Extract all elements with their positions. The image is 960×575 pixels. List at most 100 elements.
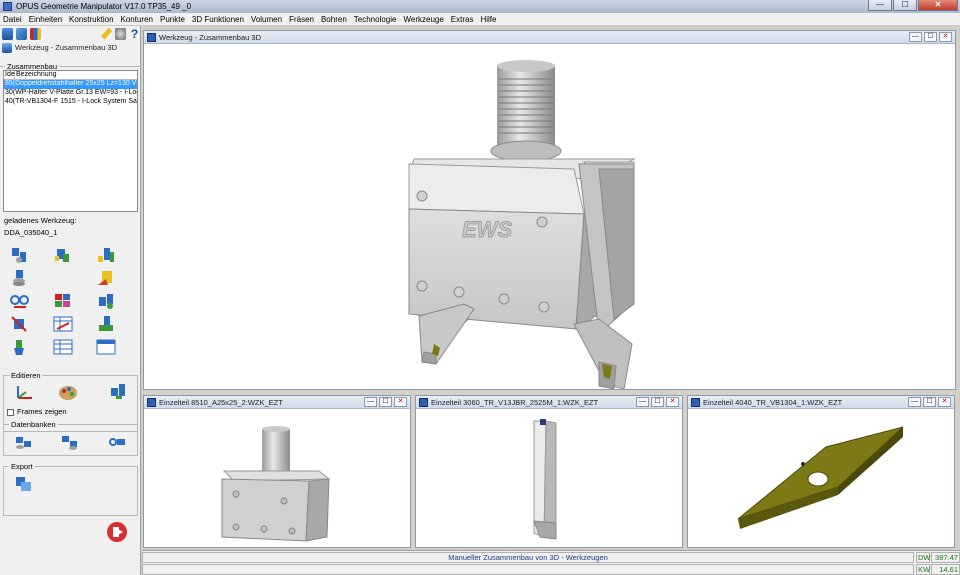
add-component-icon[interactable] [10, 246, 30, 264]
window-icon [147, 32, 156, 42]
dw-value: 387.47 [931, 552, 960, 563]
stack-component-icon[interactable] [10, 269, 30, 287]
minimize-button[interactable]: — [909, 32, 922, 42]
insert-color-icon[interactable] [96, 269, 116, 287]
align-component-icon[interactable] [96, 246, 116, 264]
list-item[interactable]: 85(Doppeldrehstahlhalter 25x25 Lz=130 VD… [4, 80, 137, 89]
tool-library-icon[interactable] [96, 315, 116, 333]
maximize-button[interactable]: ☐ [923, 397, 936, 407]
database-group: Datenbanken [3, 420, 138, 456]
tree-view-icon[interactable] [2, 27, 13, 40]
close-button[interactable]: ✕ [918, 0, 958, 11]
frames-toggle[interactable]: Frames zeigen [7, 407, 67, 416]
menu-hilfe[interactable]: Hilfe [480, 15, 496, 24]
dw-label: DW [916, 552, 931, 563]
part-window-3-title: Einzelteil 4040_TR_VB1304_1:WZK_EZT [703, 397, 843, 407]
kw-label: KW [916, 564, 931, 575]
status-bar: Manueller Zusammenbau von 3D - Werkzeuge… [142, 550, 960, 575]
table-edit-icon[interactable] [53, 315, 73, 333]
export-icon[interactable] [14, 475, 34, 493]
part-window-2[interactable]: Einzelteil 3060_TR_V13JBR_2525M_1:WZK_EZ… [415, 395, 683, 548]
list-item[interactable]: 40(TR-VB1304-F 1515 - I-Lock System Sanc [4, 98, 137, 107]
table-icon[interactable] [53, 338, 73, 356]
menu-technologie[interactable]: Technologie [354, 15, 397, 24]
menu-konturen[interactable]: Konturen [121, 15, 153, 24]
mount-component-icon[interactable] [53, 246, 73, 264]
part-window-1-title: Einzelteil 8510_A25x25_2:WZK_EZT [159, 397, 283, 407]
minimize-button[interactable]: — [364, 397, 377, 407]
menu-extras[interactable]: Extras [451, 15, 474, 24]
part-3-3d-view[interactable] [688, 409, 954, 547]
column-name[interactable]: Bezeichnung [15, 71, 137, 79]
remove-component-icon[interactable] [10, 315, 30, 333]
menu-einheiten[interactable]: Einheiten [29, 15, 62, 24]
close-button[interactable]: ✕ [666, 397, 679, 407]
assembly-3d-view[interactable]: EWS [144, 44, 955, 390]
palette-icon[interactable] [53, 292, 73, 310]
close-button[interactable]: ✕ [938, 397, 951, 407]
menu-datei[interactable]: Datei [3, 15, 22, 24]
database-save-icon[interactable] [60, 433, 80, 451]
part-window-2-titlebar: Einzelteil 3060_TR_V13JBR_2525M_1:WZK_EZ… [416, 396, 682, 409]
column-id[interactable]: Ide [4, 71, 15, 79]
assembly-list[interactable]: Ide Bezeichnung 85(Doppeldrehstahlhalter… [3, 70, 138, 212]
exit-icon[interactable] [107, 522, 127, 542]
menu-punkte[interactable]: Punkte [160, 15, 185, 24]
assemble-icon[interactable] [96, 292, 116, 310]
palette-edit-icon[interactable] [58, 384, 78, 402]
minimize-button[interactable]: — [908, 397, 921, 407]
structure-icon[interactable] [15, 27, 27, 40]
part-window-3-titlebar: Einzelteil 4040_TR_VB1304_1:WZK_EZT — ☐ … [688, 396, 954, 409]
main-3d-titlebar: Werkzeug - Zusammenbau 3D — ☐ ✕ [144, 31, 955, 44]
left-toolbar: ? [0, 26, 140, 41]
part-window-2-title: Einzelteil 3060_TR_V13JBR_2525M_1:WZK_EZ… [431, 397, 599, 407]
main-3d-window[interactable]: Werkzeug - Zusammenbau 3D — ☐ ✕ EWS [143, 30, 956, 390]
help-icon[interactable]: ? [129, 28, 140, 40]
svg-text:EWS: EWS [462, 217, 512, 242]
database-link-icon[interactable] [108, 433, 128, 451]
part-window-3[interactable]: Einzelteil 4040_TR_VB1304_1:WZK_EZT — ☐ … [687, 395, 955, 548]
window-layout-icon[interactable] [96, 338, 116, 356]
frames-label: Frames zeigen [17, 407, 67, 416]
maximize-button[interactable]: ☐ [893, 0, 917, 11]
menu-werkzeuge[interactable]: Werkzeuge [403, 15, 443, 24]
minimize-button[interactable]: — [868, 0, 892, 11]
color-icon[interactable] [29, 27, 41, 40]
menu-bohren[interactable]: Bohren [321, 15, 347, 24]
window-icon [147, 397, 156, 407]
main-3d-title: Werkzeug - Zusammenbau 3D [159, 32, 261, 42]
export-group-label: Export [9, 462, 35, 471]
gear-icon[interactable] [115, 27, 127, 40]
maximize-button[interactable]: ☐ [924, 32, 937, 42]
menu-3d-funktionen[interactable]: 3D Funktionen [192, 15, 244, 24]
title-bar: OPUS Geometrie Manipulator V17.0 TP35_49… [0, 0, 960, 13]
paint-icon[interactable] [10, 338, 30, 356]
edit-group-label: Editieren [9, 371, 43, 380]
tree-item[interactable]: Werkzeug - Zusammenbau 3D [0, 41, 140, 54]
list-item[interactable]: 30(WP-Halter V-Platte Gr.13 EW=93 - I-Lo… [4, 89, 137, 98]
minimize-button[interactable]: — [636, 397, 649, 407]
menu-konstruktion[interactable]: Konstruktion [69, 15, 113, 24]
export-group: Export [3, 462, 138, 516]
loaded-tool-label: geladenes Werkzeug: [4, 216, 77, 225]
edit-assembly-icon[interactable] [108, 382, 128, 400]
menu-fraesen[interactable]: Fräsen [289, 15, 314, 24]
coordinate-system-icon[interactable] [14, 384, 34, 402]
maximize-button[interactable]: ☐ [651, 397, 664, 407]
part-2-3d-view[interactable] [416, 409, 682, 547]
app-icon [3, 2, 12, 11]
status-message: Manueller Zusammenbau von 3D - Werkzeuge… [142, 552, 914, 563]
measure-icon[interactable] [10, 292, 30, 310]
assembly-icon [2, 42, 12, 53]
part-window-1[interactable]: Einzelteil 8510_A25x25_2:WZK_EZT — ☐ ✕ [143, 395, 411, 548]
close-button[interactable]: ✕ [394, 397, 407, 407]
menu-volumen[interactable]: Volumen [251, 15, 282, 24]
left-panel: ? Werkzeug - Zusammenbau 3D Zusammenbau … [0, 26, 141, 575]
frames-checkbox[interactable] [7, 408, 14, 416]
tree-item-label: Werkzeug - Zusammenbau 3D [15, 43, 117, 52]
part-1-3d-view[interactable] [144, 409, 410, 547]
close-button[interactable]: ✕ [939, 32, 952, 42]
wrench-icon[interactable] [101, 27, 113, 40]
maximize-button[interactable]: ☐ [379, 397, 392, 407]
database-load-icon[interactable] [14, 433, 34, 451]
